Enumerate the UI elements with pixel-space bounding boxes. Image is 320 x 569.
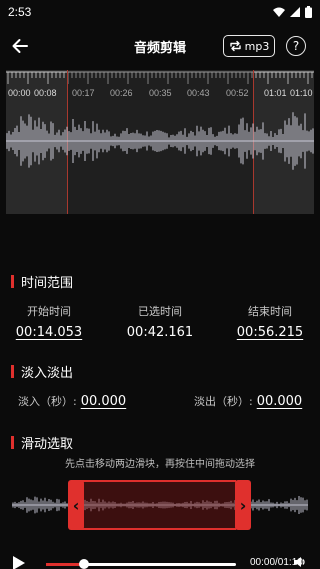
fade-header: 淡入淡出 — [11, 362, 73, 381]
section-accent-bar — [11, 365, 14, 378]
left-slider-handle[interactable]: ‹ — [68, 480, 84, 530]
play-icon[interactable] — [12, 555, 26, 569]
slide-select-title: 滑动选取 — [21, 437, 74, 452]
status-icons — [273, 6, 312, 18]
slide-select-hint: 先点击移动两边滑块，再按住中间拖动选择 — [65, 459, 255, 470]
wifi-icon — [273, 7, 285, 17]
section-accent-bar — [11, 275, 14, 288]
repeat-icon — [229, 40, 241, 52]
status-time: 2:53 — [8, 5, 32, 19]
status-bar: 2:53 — [0, 0, 320, 24]
playback-progress-thumb[interactable] — [79, 559, 89, 569]
battery-icon — [305, 6, 312, 18]
main-waveform — [6, 112, 314, 170]
playback-bar: 00:00/01:10 — [0, 548, 320, 569]
fade-in-row: 淡入（秒）: 00.000 — [18, 393, 126, 409]
fade-out-value[interactable]: 00.000 — [257, 394, 303, 409]
format-label: mp3 — [244, 39, 270, 53]
start-time-label: 开始时间 — [27, 305, 71, 318]
fade-in-label: 淡入（秒）: — [18, 395, 77, 408]
end-time-value[interactable]: 00:56.215 — [215, 325, 320, 340]
selected-time-value: 00:42.161 — [126, 325, 194, 340]
range-slider[interactable]: ‹ › — [12, 480, 308, 530]
playback-progress-fill — [46, 563, 82, 566]
end-time-label: 结束时间 — [248, 305, 292, 318]
time-range-title: 时间范围 — [21, 276, 74, 291]
help-button[interactable]: ? — [286, 36, 306, 56]
volume-icon[interactable] — [293, 555, 307, 569]
signal-icon — [290, 7, 300, 17]
fade-in-value[interactable]: 00.000 — [81, 394, 127, 409]
fade-out-label: 淡出（秒）: — [194, 395, 253, 408]
slider-selected-region[interactable] — [76, 480, 236, 530]
playback-progress-track[interactable] — [46, 559, 236, 569]
fade-out-row: 淡出（秒）: 00.000 — [194, 393, 302, 409]
section-accent-bar — [11, 436, 14, 449]
fade-title: 淡入淡出 — [21, 366, 74, 381]
waveform-panel[interactable]: 00:00 00:08 00:17 00:26 00:35 00:43 00:52 01:01… — [6, 70, 314, 214]
back-arrow-icon[interactable] — [10, 36, 30, 56]
chevron-left-icon: ‹ — [72, 495, 80, 515]
time-range-header: 时间范围 — [11, 272, 73, 291]
right-slider-handle[interactable]: › — [235, 480, 251, 530]
app-bar: 音频剪辑 mp3 ? — [0, 24, 320, 68]
start-time-value[interactable]: 00:14.053 — [0, 325, 104, 340]
selected-time-label: 已选时间 — [138, 305, 182, 318]
format-toggle-button[interactable]: mp3 — [223, 35, 275, 57]
chevron-right-icon: › — [239, 495, 247, 515]
slide-select-header: 滑动选取 — [11, 433, 73, 452]
